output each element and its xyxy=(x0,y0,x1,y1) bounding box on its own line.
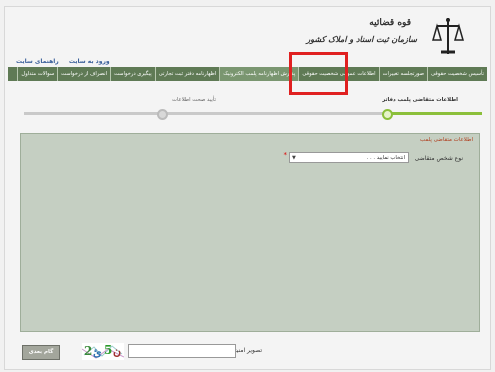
applicant-type-select[interactable]: انتخاب نمایید . . . ▼ xyxy=(289,152,409,163)
site-header: قوه قضائیه سازمان ثبت اسناد و املاک کشور… xyxy=(4,6,489,66)
help-link[interactable]: راهنمای سایت xyxy=(16,58,59,65)
step-label-confirm-info: تأیید صحت اطلاعات xyxy=(171,97,216,103)
menu-item-change-minutes[interactable]: صورتجلسه تغییرات xyxy=(378,67,427,81)
captcha-image: 2 ئ 5 ن xyxy=(82,343,124,360)
step-label-applicant-info: اطلاعات متقاضی پلمب دفاتر xyxy=(382,97,458,103)
applicant-type-select-value: انتخاب نمایید . . . xyxy=(366,155,405,161)
chevron-down-icon: ▼ xyxy=(292,155,296,161)
captcha-char: 5 xyxy=(104,343,113,357)
captcha-row: تصویر امنیتی 2 ئ 5 ن گام بعدی xyxy=(20,342,480,362)
captcha-char: ن xyxy=(113,345,122,358)
org-name: قوه قضائیه xyxy=(369,18,411,28)
menu-item-establish-entity[interactable]: تأسیس شخصیت حقوقی xyxy=(426,67,487,81)
applicant-info-panel: اطلاعات متقاضی پلمب نوع شخص متقاضی انتخا… xyxy=(20,133,480,332)
login-link[interactable]: ورود به سایت xyxy=(69,58,110,65)
applicant-type-label: نوع شخص متقاضی xyxy=(414,155,463,162)
required-marker: * xyxy=(283,151,288,159)
menu-item-track-request[interactable]: پیگیری درخواست xyxy=(110,67,155,81)
highlight-annotation xyxy=(289,52,348,95)
panel-title: اطلاعات متقاضی پلمب xyxy=(419,137,473,143)
step-progress: اطلاعات متقاضی پلمب دفاتر تأیید صحت اطلا… xyxy=(20,94,482,124)
menu-item-trade-book-declaration[interactable]: اظهارنامه دفتر ثبت تجارتی xyxy=(154,67,220,81)
step-dot-confirm-info xyxy=(157,109,168,120)
step-track-progress xyxy=(389,112,482,115)
step-dot-applicant-info xyxy=(382,109,393,120)
captcha-input[interactable] xyxy=(128,344,236,358)
top-links: ورود به سایت راهنمای سایت xyxy=(16,58,118,65)
judiciary-emblem-icon xyxy=(432,18,464,54)
captcha-char: ئ xyxy=(93,346,102,359)
org-subtitle: سازمان ثبت اسناد و املاک کشور xyxy=(306,34,417,44)
next-step-button[interactable]: گام بعدی xyxy=(22,345,60,360)
menu-item-faq[interactable]: سوالات متداول xyxy=(17,67,57,81)
captcha-char: 2 xyxy=(84,344,93,358)
main-menu: تأسیس شخصیت حقوقی صورتجلسه تغییرات اطلاع… xyxy=(8,67,487,81)
menu-item-electronic-seal-declaration[interactable]: پذیرش اظهارنامه پلمب الکترونیک xyxy=(219,67,299,81)
menu-item-cancel-request[interactable]: انصراف از درخواست xyxy=(57,67,110,81)
